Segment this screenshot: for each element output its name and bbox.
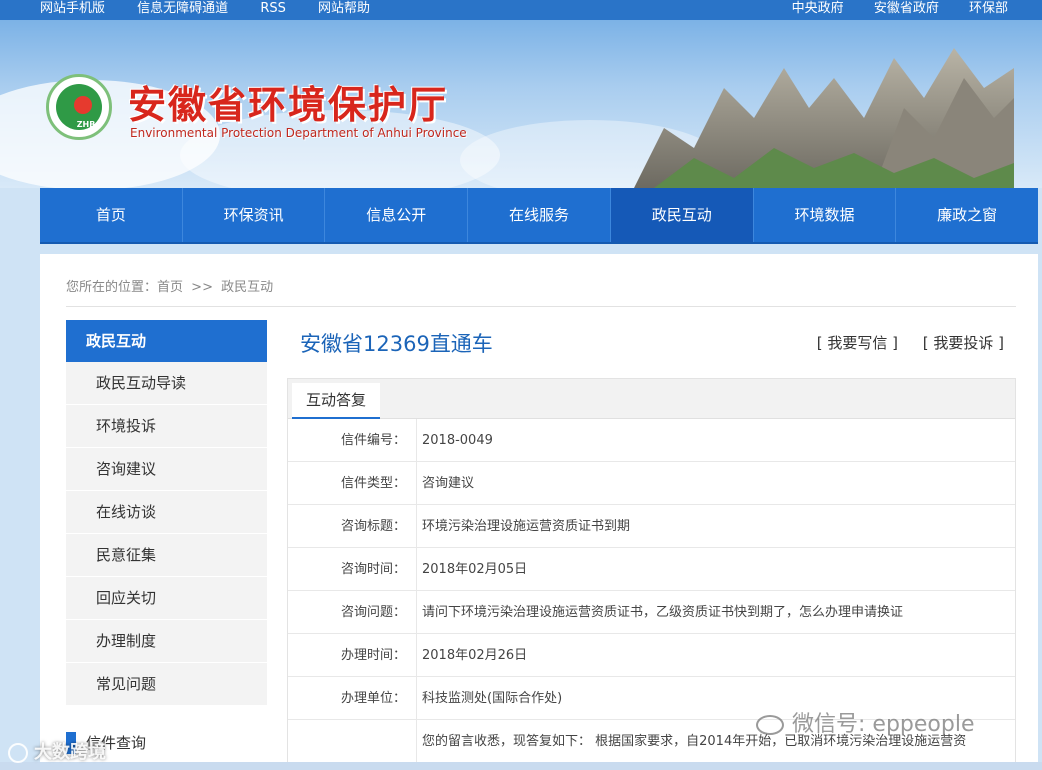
- breadcrumb-prefix: 您所在的位置：: [66, 280, 158, 295]
- page-title: 安徽省12369直通车: [300, 332, 493, 356]
- field-label: 办理单位：: [288, 677, 417, 719]
- field-label: 信件编号：: [288, 419, 417, 461]
- write-letter-link[interactable]: [ 我要写信 ]: [817, 334, 898, 352]
- field-label: [288, 720, 417, 762]
- detail-row: 信件编号： 2018-0049: [288, 419, 1015, 462]
- nav-news[interactable]: 环保资讯: [183, 188, 326, 242]
- sidebar-item-survey[interactable]: 民意征集: [66, 534, 267, 577]
- nav-info-disclosure[interactable]: 信息公开: [325, 188, 469, 242]
- wechat-icon: [756, 715, 784, 735]
- bottom-strip: [0, 762, 1042, 770]
- field-label: 信件类型：: [288, 462, 417, 504]
- sidebar-item-rules[interactable]: 办理制度: [66, 620, 267, 663]
- field-value: 2018年02月26日: [422, 648, 528, 663]
- top-links-left: 网站手机版 信息无障碍通道 RSS 网站帮助: [40, 0, 398, 18]
- header-banner: ZHB 安徽省环境保护厅 Environmental Protection De…: [0, 20, 1042, 188]
- logo-sun: [74, 96, 92, 114]
- complain-link[interactable]: [ 我要投诉 ]: [923, 334, 1004, 352]
- brand-watermark: 大数跨境: [8, 738, 106, 764]
- nav-integrity[interactable]: 廉政之窗: [896, 188, 1038, 242]
- logo-emblem: ZHB: [56, 84, 102, 130]
- sidebar-item-consult[interactable]: 咨询建议: [66, 448, 267, 491]
- sidebar-item-complaint[interactable]: 环境投诉: [66, 405, 267, 448]
- wechat-watermark-text: 微信号: eppeople: [792, 712, 975, 737]
- breadcrumb-home[interactable]: 首页: [157, 280, 183, 295]
- sidebar-item-interview[interactable]: 在线访谈: [66, 491, 267, 534]
- link-mobile-site[interactable]: 网站手机版: [40, 1, 105, 16]
- nav-online-service[interactable]: 在线服务: [468, 188, 611, 242]
- detail-row: 信件类型： 咨询建议: [288, 462, 1015, 505]
- field-label: 咨询问题：: [288, 591, 417, 633]
- main-navigation: 首页 环保资讯 信息公开 在线服务 政民互动 环境数据 廉政之窗: [40, 188, 1038, 242]
- field-value: 环境污染治理设施运营资质证书到期: [422, 519, 631, 534]
- content-panel: 您所在的位置：首页 >> 政民互动 政民互动 政民互动导读 环境投诉 咨询建议 …: [40, 254, 1038, 770]
- nav-interaction[interactable]: 政民互动: [610, 188, 754, 242]
- detail-row: 咨询问题： 请问下环境污染治理设施运营资质证书，乙级资质证书快到期了，怎么办理申…: [288, 591, 1015, 634]
- field-label: 办理时间：: [288, 634, 417, 676]
- brand-logo-icon: [8, 743, 28, 763]
- link-rss[interactable]: RSS: [260, 1, 286, 16]
- brand-watermark-text: 大数跨境: [34, 742, 106, 763]
- link-help[interactable]: 网站帮助: [318, 1, 370, 16]
- sidebar-item-faq[interactable]: 常见问题: [66, 663, 267, 706]
- field-value: 咨询建议: [422, 476, 475, 491]
- breadcrumb-separator: >>: [191, 280, 213, 295]
- site-title: 安徽省环境保护厅: [128, 82, 449, 127]
- link-provincial-gov[interactable]: 安徽省政府: [874, 1, 939, 16]
- link-central-gov[interactable]: 中央政府: [792, 1, 844, 16]
- link-mep[interactable]: 环保部: [969, 1, 1008, 16]
- detail-row: 办理时间： 2018年02月26日: [288, 634, 1015, 677]
- sidebar-title: 政民互动: [66, 320, 267, 362]
- field-label: 咨询标题：: [288, 505, 417, 547]
- tab-interactive-reply[interactable]: 互动答复: [292, 383, 381, 419]
- field-value: 2018年02月05日: [422, 562, 528, 577]
- sidebar: 政民互动 政民互动导读 环境投诉 咨询建议 在线访谈 民意征集 回应关切 办理制…: [66, 320, 267, 754]
- site-subtitle: Environmental Protection Department of A…: [130, 126, 467, 140]
- detail-row: 咨询标题： 环境污染治理设施运营资质证书到期: [288, 505, 1015, 548]
- divider: [66, 306, 1016, 307]
- site-logo[interactable]: ZHB: [46, 74, 112, 140]
- sidebar-item-response[interactable]: 回应关切: [66, 577, 267, 620]
- breadcrumb: 您所在的位置：首页 >> 政民互动: [66, 276, 273, 295]
- sidebar-item-guide[interactable]: 政民互动导读: [66, 362, 267, 405]
- field-label: 咨询时间：: [288, 548, 417, 590]
- top-links-right: 中央政府 安徽省政府 环保部: [766, 0, 1008, 18]
- top-utility-bar: 网站手机版 信息无障碍通道 RSS 网站帮助 中央政府 安徽省政府 环保部: [0, 0, 1042, 20]
- breadcrumb-current[interactable]: 政民互动: [221, 280, 273, 295]
- field-value: 请问下环境污染治理设施运营资质证书，乙级资质证书快到期了，怎么办理申请换证: [422, 605, 904, 620]
- nav-home[interactable]: 首页: [40, 188, 183, 242]
- nav-env-data[interactable]: 环境数据: [754, 188, 897, 242]
- link-accessibility[interactable]: 信息无障碍通道: [137, 1, 228, 16]
- logo-text: ZHB: [76, 120, 96, 129]
- wechat-watermark: 微信号: eppeople: [756, 706, 974, 738]
- reply-tab-bar: 互动答复: [288, 379, 1015, 419]
- action-links: [ 我要写信 ] [ 我要投诉 ]: [797, 332, 1004, 353]
- mountain-illustration: [634, 48, 1014, 188]
- detail-row: 咨询时间： 2018年02月05日: [288, 548, 1015, 591]
- field-value: 2018-0049: [422, 433, 493, 448]
